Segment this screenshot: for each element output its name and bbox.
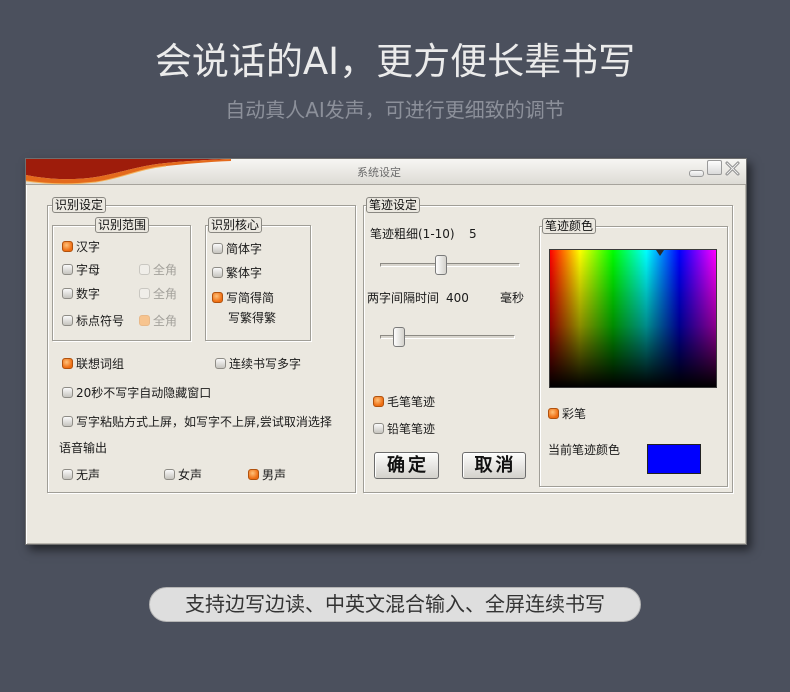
range-option-letters[interactable]: 字母 — [62, 261, 100, 277]
stroke-settings-title: 笔迹设定 — [366, 197, 421, 213]
stroke-color-title: 笔迹颜色 — [542, 218, 597, 234]
hue-marker-icon[interactable] — [656, 250, 664, 256]
title-bar[interactable]: 系统设定 — [26, 159, 746, 185]
core-option-write-traditional[interactable]: 写繁得繁 — [228, 310, 276, 326]
thickness-value: 5 — [469, 227, 477, 241]
option-label: 字母 — [76, 262, 101, 277]
core-option-write-simplified[interactable]: 写简得简 — [212, 289, 274, 305]
brush-stroke-option[interactable]: 毛笔笔迹 — [373, 393, 435, 409]
settings-dialog: 系统设定 识别设定 识别范围 汉字 字母 全角 数字 全角 标点符号 全角 识别… — [25, 158, 747, 545]
option-label: 标点符号 — [76, 313, 125, 328]
recognition-settings-title: 识别设定 — [52, 197, 107, 213]
stroke-settings-group: 笔迹设定 笔迹粗细(1-10) 5 两字间隔时间 400 毫秒 毛笔笔迹 铅笔笔… — [363, 197, 733, 493]
core-option-traditional[interactable]: 繁体字 — [212, 264, 262, 280]
radio-indicator[interactable] — [212, 242, 223, 254]
option-label: 女声 — [178, 467, 203, 482]
interval-value: 400 — [446, 291, 469, 305]
option-label: 全角 — [153, 313, 178, 328]
rainbow-pen-option[interactable]: 彩笔 — [548, 405, 586, 421]
radio-indicator[interactable] — [62, 314, 73, 326]
slider-track[interactable] — [380, 263, 520, 267]
option-label: 20秒不写字自动隐藏窗口 — [76, 385, 212, 400]
interval-unit: 毫秒 — [500, 291, 525, 305]
voice-output-label: 语音输出 — [59, 441, 108, 455]
range-option-digits[interactable]: 数字 — [62, 285, 100, 301]
option-label: 全角 — [153, 286, 178, 301]
interval-slider[interactable] — [378, 327, 517, 347]
current-color-label: 当前笔迹颜色 — [548, 443, 621, 457]
option-label: 男声 — [262, 467, 287, 482]
checkbox-indicator[interactable] — [215, 357, 226, 369]
voice-option-none[interactable]: 无声 — [62, 466, 100, 482]
association-checkbox[interactable]: 联想词组 — [62, 355, 124, 371]
radio-indicator[interactable] — [139, 287, 150, 299]
option-label: 写简得简 — [226, 290, 275, 305]
thickness-slider[interactable] — [378, 255, 522, 275]
option-label: 简体字 — [226, 241, 263, 256]
auto-hide-checkbox[interactable]: 20秒不写字自动隐藏窗口 — [62, 384, 211, 400]
core-option-simplified[interactable]: 简体字 — [212, 240, 262, 256]
continuous-writing-checkbox[interactable]: 连续书写多字 — [215, 355, 301, 371]
recognition-core-group: 识别核心 简体字 繁体字 写简得简 写繁得繁 — [205, 217, 311, 341]
option-label: 毛笔笔迹 — [387, 394, 436, 409]
slider-thumb[interactable] — [392, 327, 405, 347]
option-label: 写字粘贴方式上屏，如写字不上屏,尝试取消选择 — [76, 414, 332, 429]
radio-indicator[interactable] — [62, 287, 73, 299]
option-label: 连续书写多字 — [229, 356, 302, 371]
interval-label: 两字间隔时间 — [367, 291, 440, 305]
radio-indicator[interactable] — [62, 240, 73, 252]
voice-option-female[interactable]: 女声 — [164, 466, 202, 482]
feature-banner: 支持边写边读、中英文混合输入、全屏连续书写 — [149, 587, 641, 622]
recognition-range-group: 识别范围 汉字 字母 全角 数字 全角 标点符号 全角 — [52, 217, 191, 341]
range-option-punctuation[interactable]: 标点符号 — [62, 312, 124, 328]
slider-thumb[interactable] — [435, 255, 448, 275]
option-label: 繁体字 — [226, 265, 263, 280]
thickness-label: 笔迹粗细(1-10) — [370, 227, 455, 241]
option-label: 汉字 — [76, 239, 101, 254]
radio-indicator[interactable] — [212, 266, 223, 278]
radio-indicator[interactable] — [373, 395, 384, 407]
minimize-icon[interactable] — [689, 170, 704, 177]
color-picker[interactable] — [549, 249, 717, 388]
range-option-hanzi[interactable]: 汉字 — [62, 238, 100, 254]
cancel-button[interactable]: 取消 — [462, 452, 526, 479]
recognition-settings-group: 识别设定 识别范围 汉字 字母 全角 数字 全角 标点符号 全角 识别核心 简体… — [47, 197, 356, 493]
option-label: 数字 — [76, 286, 101, 301]
radio-indicator[interactable] — [373, 422, 384, 434]
range-option-punctuation-fullwidth[interactable]: 全角 — [139, 312, 177, 328]
radio-indicator[interactable] — [139, 263, 150, 275]
radio-indicator[interactable] — [62, 263, 73, 275]
checkbox-indicator[interactable] — [62, 357, 73, 369]
radio-indicator[interactable] — [248, 468, 259, 480]
range-option-letters-fullwidth[interactable]: 全角 — [139, 261, 177, 277]
maximize-icon[interactable] — [707, 160, 722, 175]
current-color-swatch — [647, 444, 701, 474]
pencil-stroke-option[interactable]: 铅笔笔迹 — [373, 420, 435, 436]
paste-mode-checkbox[interactable]: 写字粘贴方式上屏，如写字不上屏,尝试取消选择 — [62, 413, 332, 429]
recognition-core-title: 识别核心 — [208, 217, 263, 233]
radio-indicator[interactable] — [62, 468, 73, 480]
radio-indicator[interactable] — [212, 291, 223, 303]
option-label: 无声 — [76, 467, 101, 482]
stroke-color-group: 笔迹颜色 彩笔 当前笔迹颜色 — [539, 218, 728, 487]
range-option-digits-fullwidth[interactable]: 全角 — [139, 285, 177, 301]
radio-indicator[interactable] — [139, 314, 150, 326]
voice-option-male[interactable]: 男声 — [248, 466, 286, 482]
headline: 会说话的AI，更方便长辈书写 — [154, 40, 636, 83]
checkbox-indicator[interactable] — [62, 386, 73, 398]
option-label: 联想词组 — [76, 356, 125, 371]
subheadline: 自动真人AI发声，可进行更细致的调节 — [225, 98, 565, 122]
option-label: 彩笔 — [562, 406, 587, 421]
checkbox-indicator[interactable] — [548, 407, 559, 419]
radio-indicator[interactable] — [164, 468, 175, 480]
close-icon[interactable] — [724, 160, 741, 177]
dialog-title: 系统设定 — [357, 166, 401, 179]
recognition-range-title: 识别范围 — [95, 217, 150, 233]
option-label: 全角 — [153, 262, 178, 277]
checkbox-indicator[interactable] — [62, 415, 73, 427]
option-label: 铅笔笔迹 — [387, 421, 436, 436]
ok-button[interactable]: 确定 — [374, 452, 439, 479]
